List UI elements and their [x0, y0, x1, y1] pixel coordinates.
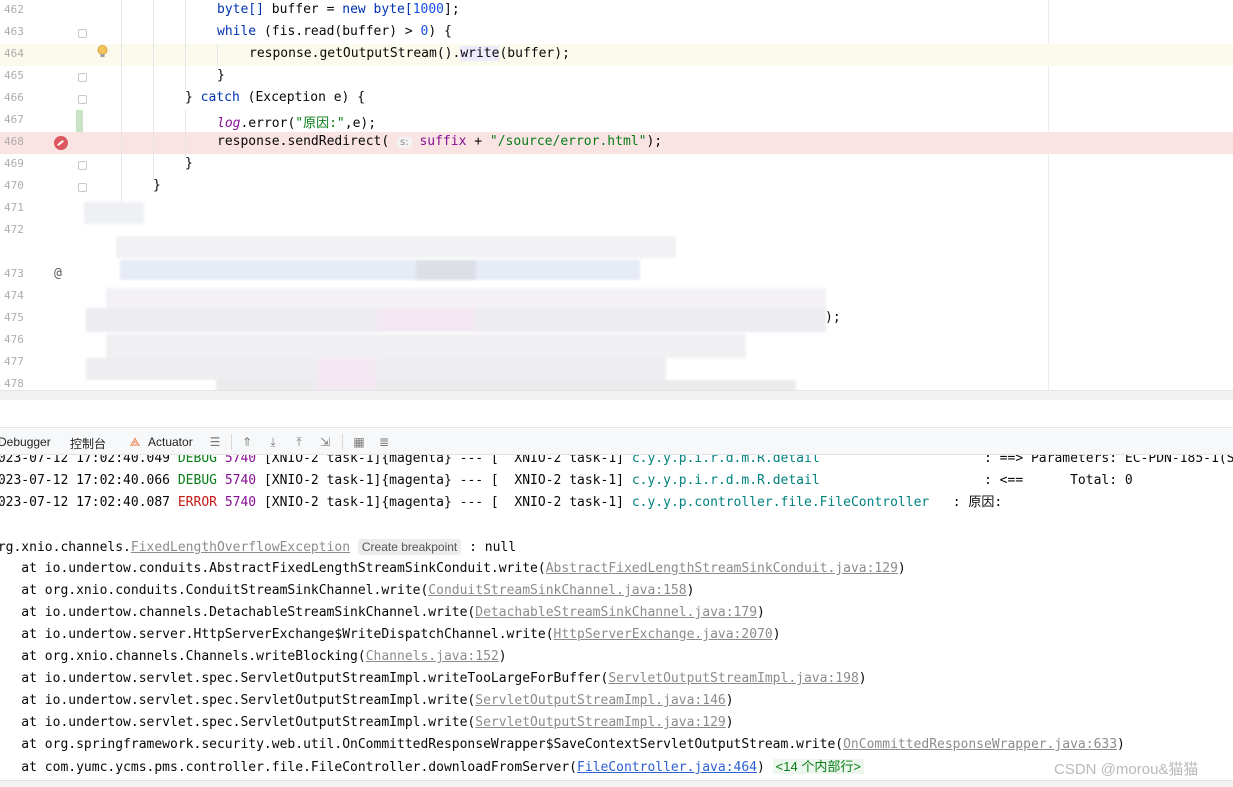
line-number: 476	[4, 333, 24, 346]
menu-lines-icon[interactable]: ☰	[208, 435, 222, 449]
code-text: byte[] buffer = new byte[1000];	[217, 2, 460, 17]
code-text: while (fis.read(buffer) > 0) {	[217, 24, 452, 39]
line-number: 470	[4, 179, 24, 192]
code-text: response.sendRedirect( s: suffix + "/sou…	[217, 134, 663, 149]
line-number: 465	[4, 69, 24, 82]
code-text: log.error("原因:",e);	[217, 116, 377, 131]
stack-frame: at com.yumc.ycms.pms.controller.file.Fil…	[0, 756, 864, 778]
code-text: response.getOutputStream().write(buffer)…	[249, 46, 570, 61]
tab-console[interactable]: 控制台	[70, 435, 106, 452]
log-line: 2023-07-12 17:02:40.066 DEBUG 5740 [XNIO…	[0, 473, 1133, 488]
line-number: 464	[4, 47, 24, 60]
evaluate-table-icon[interactable]: ▦	[352, 435, 366, 449]
stack-frame-link[interactable]: ServletOutputStreamImpl.java:129	[475, 715, 725, 730]
stack-frame-link[interactable]: DetachableStreamSinkChannel.java:179	[475, 605, 757, 620]
line-number: 463	[4, 25, 24, 38]
editor-horizontal-scrollbar[interactable]	[0, 390, 1233, 400]
lightbulb-icon[interactable]	[97, 45, 108, 59]
stack-frame: at io.undertow.servlet.spec.ServletOutpu…	[0, 715, 734, 730]
redacted-code-region	[76, 196, 836, 392]
stack-frame-link[interactable]: HttpServerExchange.java:2070	[554, 627, 773, 642]
stack-frame-link[interactable]: AbstractFixedLengthStreamSinkConduit.jav…	[546, 561, 898, 576]
log-line-error: 2023-07-12 17:02:40.087 ERROR 5740 [XNIO…	[0, 495, 1003, 510]
code-editor[interactable]: 462 byte[] buffer = new byte[1000]; 463 …	[0, 0, 1233, 392]
stack-frame: at io.undertow.servlet.spec.ServletOutpu…	[0, 671, 867, 686]
trace-icon[interactable]: ≣	[377, 435, 391, 449]
line-number: 474	[4, 289, 24, 302]
step-into-icon[interactable]: ⤒	[292, 435, 306, 449]
fold-marker-icon[interactable]	[78, 73, 87, 82]
watermark: CSDN @morou&猫猫	[1054, 761, 1199, 778]
indent-guide	[185, 0, 186, 90]
log-line: 2023-07-12 17:02:40.049 DEBUG 5740 [XNIO…	[0, 455, 1233, 466]
stack-frame-link[interactable]: OnCommittedResponseWrapper.java:633	[843, 737, 1117, 752]
line-number: 467	[4, 113, 24, 126]
stack-frame-link[interactable]: FileController.java:464	[577, 760, 757, 775]
code-text: }	[153, 178, 161, 193]
actuator-icon: ⟁	[129, 435, 141, 449]
tab-actuator[interactable]: Actuator	[148, 435, 193, 449]
stack-frame: at org.xnio.channels.Channels.writeBlock…	[0, 649, 507, 664]
bottom-status-strip	[0, 780, 1233, 787]
step-over-icon[interactable]: ⤓	[266, 435, 280, 449]
stack-frame: at org.springframework.security.web.util…	[0, 737, 1125, 752]
param-hint: s:	[397, 137, 412, 148]
fold-marker-icon[interactable]	[78, 29, 87, 38]
stack-frame-link[interactable]: ConduitStreamSinkChannel.java:158	[428, 583, 686, 598]
fold-marker-icon[interactable]	[78, 161, 87, 170]
folded-frames-badge[interactable]: <14 个内部行>	[772, 759, 864, 774]
stack-frame: at io.undertow.channels.DetachableStream…	[0, 605, 765, 620]
show-execution-point-icon[interactable]: ⇑	[240, 435, 254, 449]
line-number: 471	[4, 201, 24, 214]
annotation-at-icon[interactable]: @	[54, 266, 62, 281]
stack-frame: at io.undertow.server.HttpServerExchange…	[0, 627, 781, 642]
toolbar-separator	[342, 434, 343, 450]
indent-guide	[185, 110, 186, 156]
indent-guide	[121, 0, 122, 205]
stack-frame: at io.undertow.servlet.spec.ServletOutpu…	[0, 693, 734, 708]
line-number: 477	[4, 355, 24, 368]
indent-guide	[217, 44, 218, 66]
code-line[interactable]: 470 }	[0, 176, 1233, 198]
tab-debugger[interactable]: Debugger	[0, 435, 51, 449]
debug-toolbar: Debugger 控制台 ⟁ Actuator ☰ ⇑ ⤓ ⤒ ⇲ ▦ ≣	[0, 429, 1233, 455]
line-number: 472	[4, 223, 24, 236]
toolbar-separator	[231, 434, 232, 450]
console-output[interactable]: 2023-07-12 17:02:40.049 DEBUG 5740 [XNIO…	[0, 455, 1233, 787]
code-text: }	[217, 68, 225, 83]
vcs-change-marker[interactable]	[76, 110, 83, 132]
breakpoint-icon[interactable]	[54, 136, 68, 150]
fold-marker-icon[interactable]	[78, 183, 87, 192]
exception-line: org.xnio.channels.FixedLengthOverflowExc…	[0, 539, 517, 555]
stack-frame-link[interactable]: ServletOutputStreamImpl.java:198	[608, 671, 858, 686]
line-number: 473	[4, 267, 24, 280]
line-number: 475	[4, 311, 24, 324]
fold-marker-icon[interactable]	[78, 95, 87, 104]
code-line[interactable]: 466 } catch (Exception e) {	[0, 88, 1233, 110]
create-breakpoint-button[interactable]: Create breakpoint	[357, 539, 462, 555]
line-number: 462	[4, 3, 24, 16]
indent-guide	[153, 0, 154, 180]
stack-frame-link[interactable]: Channels.java:152	[366, 649, 499, 664]
line-number: 478	[4, 377, 24, 390]
step-out-icon[interactable]: ⇲	[318, 435, 332, 449]
code-text: } catch (Exception e) {	[185, 90, 366, 105]
stack-frame: at org.xnio.conduits.ConduitStreamSinkCh…	[0, 583, 695, 598]
line-number: 466	[4, 91, 24, 104]
stack-frame-link[interactable]: ServletOutputStreamImpl.java:146	[475, 693, 725, 708]
line-number: 469	[4, 157, 24, 170]
code-line[interactable]: 469 }	[0, 154, 1233, 176]
code-text: }	[185, 156, 193, 171]
stack-frame: at io.undertow.conduits.AbstractFixedLen…	[0, 561, 906, 576]
panel-splitter[interactable]	[0, 400, 1233, 428]
line-number: 468	[4, 135, 24, 148]
exception-class-link[interactable]: FixedLengthOverflowException	[131, 540, 350, 555]
